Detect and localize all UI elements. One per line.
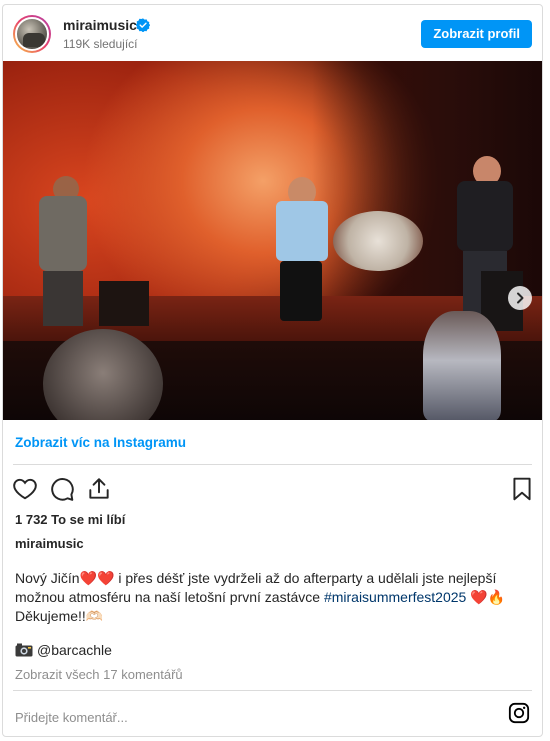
follower-count: 119K sledující <box>63 37 138 51</box>
heart-fire-emoji: ❤️🔥 <box>466 589 506 605</box>
comment-icon[interactable] <box>49 476 75 502</box>
post-caption: Nový Jičín❤️❤️ i přes déšť jste vydrželi… <box>15 569 515 626</box>
view-more-on-instagram-link[interactable]: Zobrazit víc na Instagramu <box>15 435 186 450</box>
hashtag-link[interactable]: #miraisummerfest2025 <box>324 589 466 605</box>
hands-emoji: 🫶🏻 <box>85 608 104 624</box>
photo-guitarist-left <box>33 176 98 326</box>
avatar-image <box>15 17 49 51</box>
bookmark-icon[interactable] <box>509 476 535 502</box>
instagram-embed-card: miraimusic 119K sledující Zobrazit profi… <box>2 4 543 737</box>
photo-credit: @barcachle <box>15 642 112 658</box>
chevron-right-icon <box>517 292 524 304</box>
photo-crowd-person <box>423 311 501 420</box>
share-icon[interactable] <box>86 476 112 502</box>
divider <box>13 690 532 691</box>
post-header: miraimusic 119K sledující Zobrazit profi… <box>3 5 542 61</box>
credit-handle[interactable]: @barcachle <box>37 642 112 658</box>
photo-singer <box>268 171 338 346</box>
carousel-next-button[interactable] <box>508 286 532 310</box>
caption-text: Děkujeme!! <box>15 608 86 624</box>
instagram-logo-icon[interactable] <box>508 702 530 724</box>
view-profile-button[interactable]: Zobrazit profil <box>421 20 532 48</box>
camera-icon <box>15 643 33 657</box>
caption-text: Nový Jičín <box>15 570 80 586</box>
photo-amp <box>99 281 149 326</box>
avatar[interactable] <box>13 15 51 53</box>
caption-author[interactable]: miraimusic <box>15 536 84 551</box>
view-all-comments-link[interactable]: Zobrazit všech 17 komentářů <box>15 667 183 682</box>
verified-badge-icon <box>136 18 150 32</box>
post-photo[interactable] <box>3 61 542 420</box>
heart-emoji: ❤️❤️ <box>79 570 115 586</box>
heart-icon[interactable] <box>12 476 38 502</box>
photo-drum-kit <box>333 211 423 271</box>
username[interactable]: miraimusic <box>63 17 137 33</box>
divider <box>13 464 532 465</box>
like-count[interactable]: 1 732 To se mi líbí <box>15 512 125 527</box>
add-comment-link[interactable]: Přidejte komentář... <box>15 710 128 725</box>
